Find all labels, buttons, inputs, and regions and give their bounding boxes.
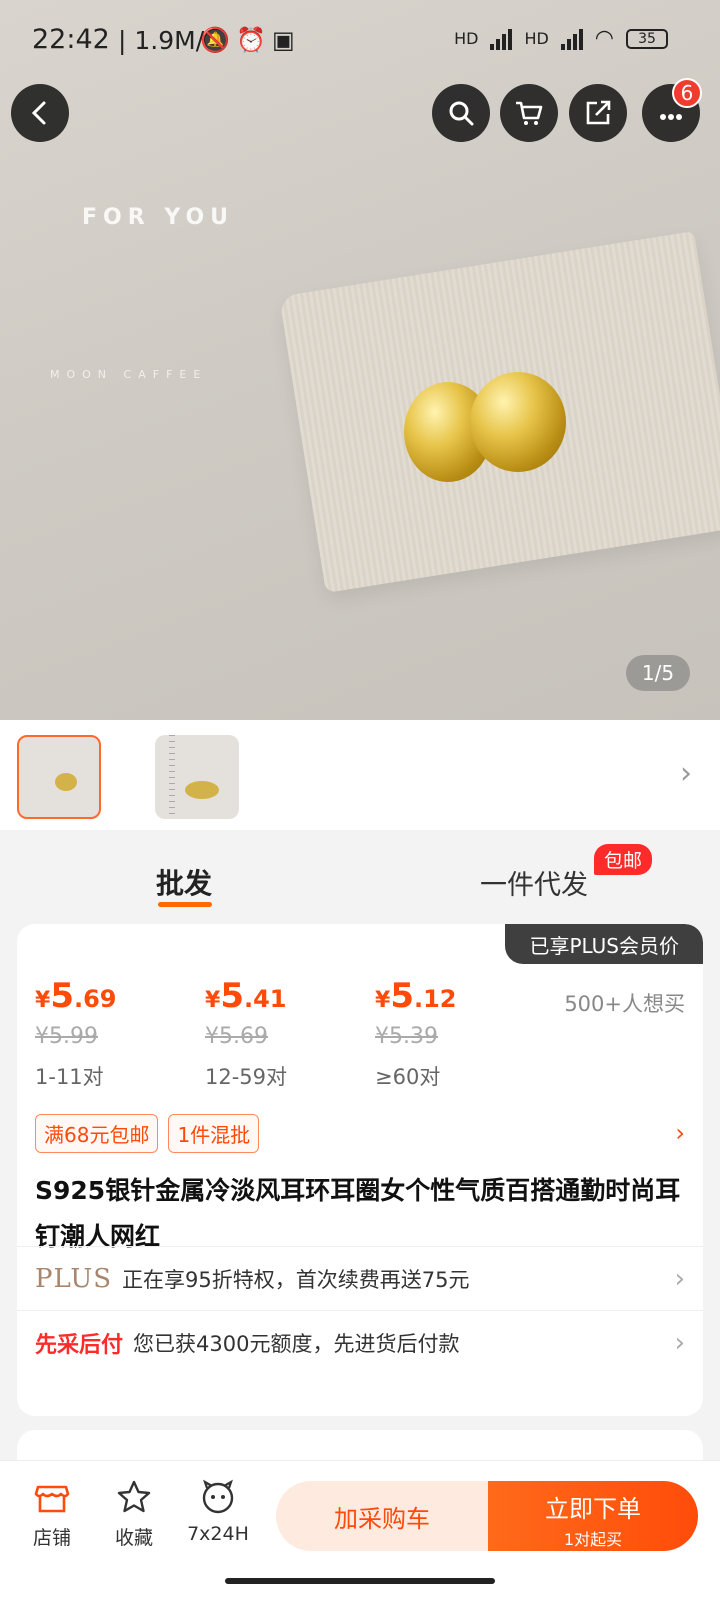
pay-later-label: 先采后付 [35, 1332, 124, 1358]
hd-label: HD [524, 29, 549, 48]
star-icon [117, 1480, 151, 1513]
add-to-cart-button[interactable]: 加采购车 [276, 1481, 488, 1551]
style-thumbnails: 款式 › [0, 720, 720, 1521]
signal-icon [560, 28, 583, 50]
image-overlay-text: FOR YOU [82, 205, 235, 230]
tier-original-price: ¥5.69 [205, 1024, 268, 1049]
back-icon [31, 101, 46, 125]
share-icon [586, 100, 611, 125]
plus-logo: PLUS [35, 1263, 113, 1294]
app-notify-icon: ▣ [272, 26, 295, 54]
favorite-label: 收藏 [114, 1527, 153, 1549]
tier-original-price: ¥5.39 [375, 1024, 438, 1049]
battery-icon: 35 [626, 28, 668, 49]
search-icon [449, 101, 474, 126]
tier-price: ¥5.41 [205, 976, 287, 1016]
tier-price: ¥5.69 [35, 976, 117, 1016]
thumbnail-earring [185, 781, 219, 799]
cart-icon [516, 101, 543, 125]
more-button[interactable]: 6 [642, 78, 702, 142]
image-counter: 1/5 [626, 655, 690, 691]
thumbnail-ruler [169, 735, 175, 819]
chevron-right-icon: › [674, 1263, 685, 1294]
purchase-mode-tabs: 批发 一件代发 包邮 [0, 830, 720, 916]
tier-quantity: 1-11对 [35, 1065, 104, 1089]
cart-button[interactable] [500, 84, 558, 142]
status-time: 22:42 [32, 24, 110, 55]
chevron-right-icon: › [674, 1327, 685, 1358]
free-shipping-badge: 包邮 [594, 844, 653, 875]
promo-tags[interactable]: 满68元包邮 1件混批 [35, 1114, 260, 1153]
service-label: 7x24H [187, 1523, 249, 1545]
buy-now-label: 立即下单 [545, 1495, 641, 1523]
promo-tag: 1件混批 [168, 1114, 260, 1153]
pay-later-row[interactable]: 先采后付 您已获4300元额度，先进货后付款 › [17, 1310, 703, 1374]
wifi-icon: ◠ [594, 26, 614, 51]
status-right: HD HD ◠ 35 [454, 26, 668, 51]
store-label: 店铺 [32, 1527, 71, 1549]
buy-now-button[interactable]: 立即下单 1对起买 [488, 1481, 698, 1551]
hd-label: HD [454, 29, 479, 48]
plus-privilege-row[interactable]: PLUS 正在享95折特权，首次续费再送75元 › [17, 1246, 703, 1310]
signal-icon [490, 28, 513, 50]
plus-privilege-text: 正在享95折特权，首次续费再送75元 [122, 1267, 470, 1292]
watermark: MOON CAFFEE [50, 368, 208, 381]
store-button[interactable]: 店铺 [12, 1477, 92, 1550]
thumbnail-2[interactable] [155, 735, 239, 819]
alarm-icon: ⏰ [236, 26, 266, 54]
product-image[interactable]: FOR YOU MOON CAFFEE 22:42 | 1.9M/s 🔕 ⏰ ▣… [0, 0, 720, 720]
back-button[interactable] [11, 84, 69, 142]
active-tab-indicator [158, 902, 212, 907]
promo-tag: 满68元包邮 [35, 1114, 159, 1153]
favorite-button[interactable]: 收藏 [94, 1477, 174, 1550]
tier-quantity: 12-59对 [205, 1065, 288, 1089]
service-icon [202, 1479, 234, 1514]
share-button[interactable] [569, 84, 627, 142]
thumbnail-earring [55, 773, 77, 791]
service-button[interactable]: 7x24H [178, 1477, 258, 1545]
thumbnail-1[interactable] [17, 735, 101, 819]
buy-now-min-qty: 1对起买 [563, 1530, 623, 1549]
pay-later-text: 您已获4300元额度，先进货后付款 [133, 1331, 460, 1356]
tier-original-price: ¥5.99 [35, 1024, 98, 1049]
cart-badge: 6 [672, 78, 702, 108]
gold-earring-right [470, 372, 566, 472]
tab-dropship[interactable]: 一件代发 [480, 863, 588, 902]
price-tier: ¥5.69 ¥5.99 1-11对 [35, 976, 117, 1091]
tier-quantity: ≥60对 [375, 1065, 441, 1089]
thumbnails-chevron-right-icon[interactable]: › [680, 756, 692, 791]
tier-price: ¥5.12 [375, 976, 457, 1016]
price-tier: ¥5.12 ¥5.39 ≥60对 [375, 976, 457, 1091]
search-button[interactable] [432, 84, 490, 142]
promo-chevron-right-icon[interactable]: › [675, 1119, 685, 1147]
mute-icon: 🔕 [200, 26, 230, 54]
price-card: 已享PLUS会员价 ¥5.69 ¥5.99 1-11对 ¥5.41 ¥5.69 … [17, 924, 703, 1416]
store-icon [34, 1485, 70, 1513]
status-bar: 22:42 | 1.9M/s 🔕 ⏰ ▣ HD HD ◠ 35 [0, 0, 720, 80]
want-to-buy-count: 500+人想买 [564, 992, 685, 1016]
price-tier: ¥5.41 ¥5.69 12-59对 [205, 976, 287, 1091]
home-indicator[interactable] [225, 1578, 495, 1584]
tab-wholesale[interactable]: 批发 [156, 862, 212, 902]
plus-member-price-tag: 已享PLUS会员价 [505, 924, 703, 964]
